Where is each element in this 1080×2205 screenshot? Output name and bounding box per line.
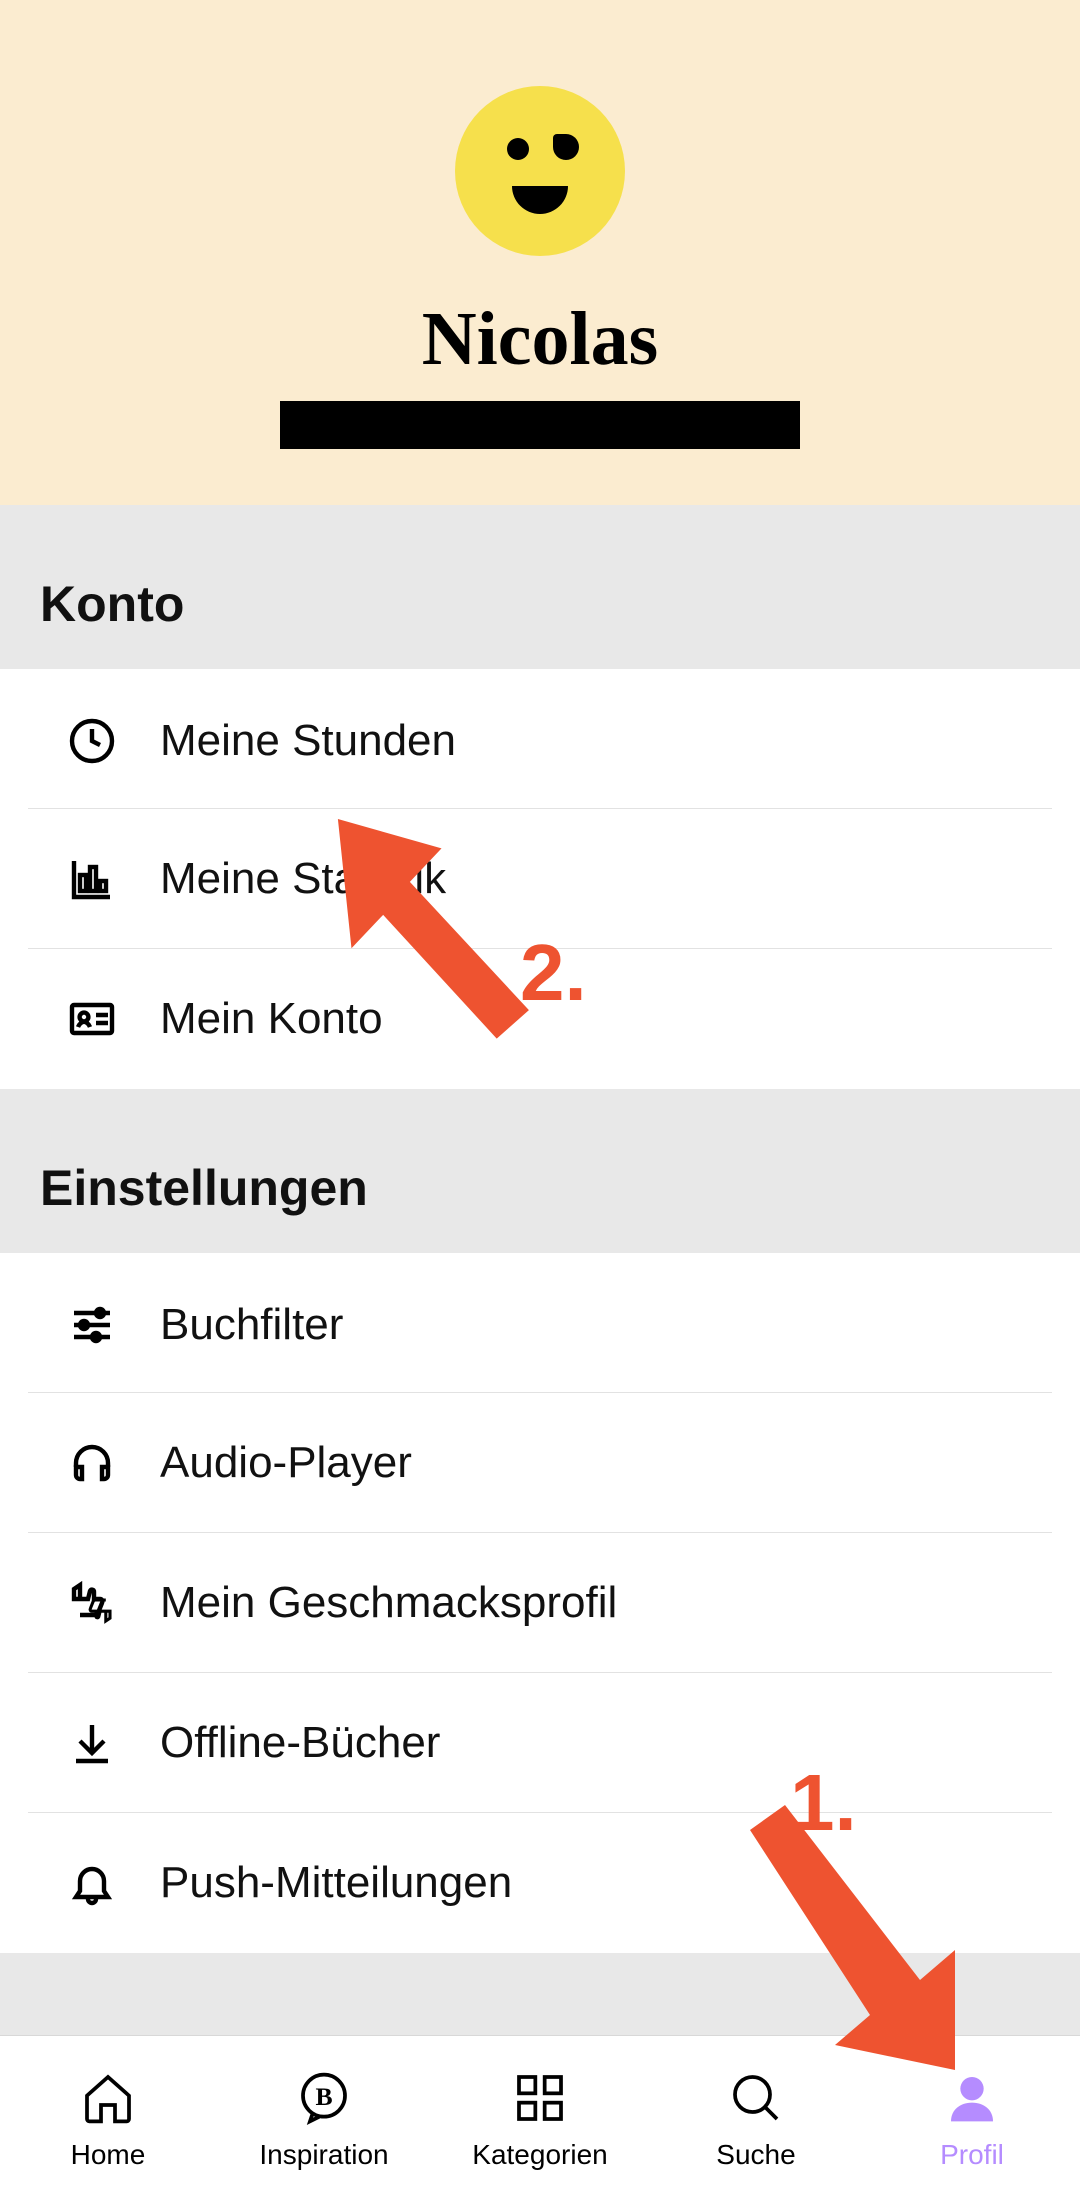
nav-label: Home: [71, 2139, 146, 2171]
clock-icon: [68, 717, 132, 765]
download-icon: [68, 1719, 132, 1767]
item-offline-books[interactable]: Offline-Bücher: [28, 1673, 1052, 1813]
nav-search[interactable]: Suche: [648, 2036, 864, 2205]
bottom-nav: Home B Inspiration Kategorien Suche Prof…: [0, 2035, 1080, 2205]
nav-label: Profil: [940, 2139, 1004, 2171]
section-header-settings: Einstellungen: [0, 1089, 1080, 1253]
nav-label: Inspiration: [259, 2139, 388, 2171]
item-push-notifications[interactable]: Push-Mitteilungen: [28, 1813, 1052, 1953]
svg-text:B: B: [315, 2082, 332, 2111]
item-label: Push-Mitteilungen: [160, 1858, 512, 1908]
chart-icon: [68, 855, 132, 903]
headphones-icon: [68, 1439, 132, 1487]
account-list: Meine Stunden Meine Statistik Mein Konto: [0, 669, 1080, 1089]
redacted-bar: [280, 401, 800, 449]
search-icon: [728, 2070, 784, 2131]
nav-inspiration[interactable]: B Inspiration: [216, 2036, 432, 2205]
nav-label: Suche: [716, 2139, 795, 2171]
thumbs-icon: [68, 1579, 132, 1627]
home-icon: [80, 2070, 136, 2131]
item-label: Meine Statistik: [160, 854, 446, 904]
section-title-settings: Einstellungen: [40, 1159, 1040, 1217]
item-label: Meine Stunden: [160, 716, 456, 766]
item-my-statistics[interactable]: Meine Statistik: [28, 809, 1052, 949]
profile-name: Nicolas: [422, 296, 658, 383]
inspiration-icon: B: [296, 2070, 352, 2131]
section-header-account: Konto: [0, 505, 1080, 669]
nav-profile[interactable]: Profil: [864, 2036, 1080, 2205]
nav-label: Kategorien: [472, 2139, 607, 2171]
item-label: Mein Konto: [160, 994, 383, 1044]
item-label: Mein Geschmacksprofil: [160, 1578, 617, 1628]
id-card-icon: [68, 995, 132, 1043]
bell-icon: [68, 1859, 132, 1907]
profile-icon: [944, 2070, 1000, 2131]
nav-home[interactable]: Home: [0, 2036, 216, 2205]
sliders-icon: [68, 1301, 132, 1349]
grid-icon: [512, 2070, 568, 2131]
profile-header: Nicolas: [0, 0, 1080, 505]
item-my-account[interactable]: Mein Konto: [28, 949, 1052, 1089]
item-label: Audio-Player: [160, 1438, 412, 1488]
item-label: Buchfilter: [160, 1300, 343, 1350]
item-my-hours[interactable]: Meine Stunden: [28, 669, 1052, 809]
item-label: Offline-Bücher: [160, 1718, 440, 1768]
item-taste-profile[interactable]: Mein Geschmacksprofil: [28, 1533, 1052, 1673]
item-book-filter[interactable]: Buchfilter: [28, 1253, 1052, 1393]
item-audio-player[interactable]: Audio-Player: [28, 1393, 1052, 1533]
settings-list: Buchfilter Audio-Player Mein Geschmacksp…: [0, 1253, 1080, 1953]
nav-categories[interactable]: Kategorien: [432, 2036, 648, 2205]
section-title-account: Konto: [40, 575, 1040, 633]
avatar: [455, 86, 625, 256]
